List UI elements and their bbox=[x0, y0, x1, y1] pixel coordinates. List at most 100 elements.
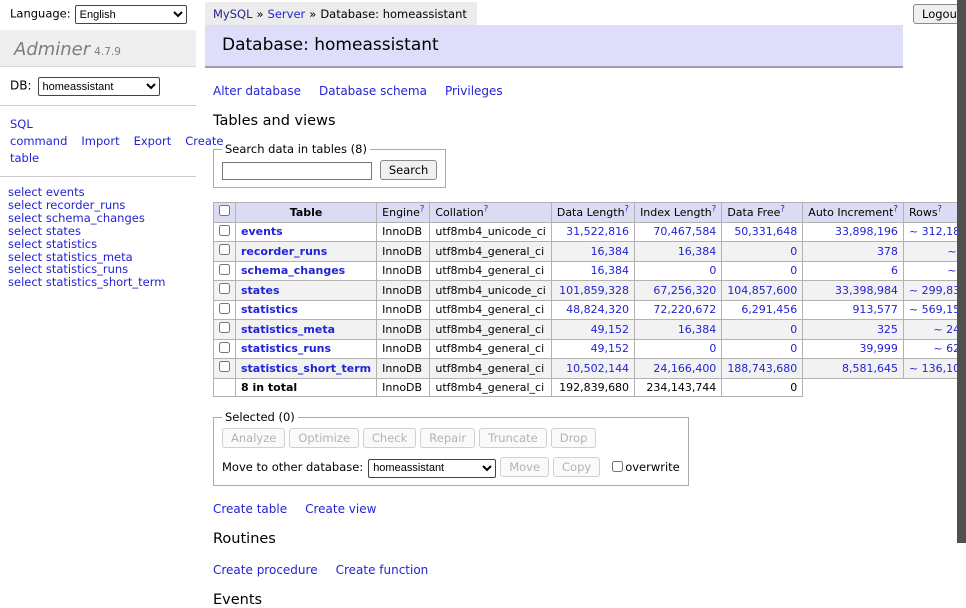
table-name-link[interactable]: statistics_short_term bbox=[241, 362, 371, 375]
sidebar-link-select-schema-changes[interactable]: select schema_changes bbox=[8, 212, 196, 225]
table-name-link[interactable]: statistics bbox=[241, 303, 298, 316]
table-name-link[interactable]: recorder_runs bbox=[241, 245, 327, 258]
create-link-create-view[interactable]: Create view bbox=[305, 502, 376, 516]
column-header-auto-increment: Auto Increment? bbox=[803, 203, 904, 223]
column-help-link[interactable]: ? bbox=[938, 204, 943, 214]
row-checkbox-cell bbox=[214, 242, 236, 262]
value-link[interactable]: 913,577 bbox=[852, 303, 898, 316]
truncate-button[interactable]: Truncate bbox=[479, 428, 547, 448]
sidebar-action-sql-command[interactable]: SQL command bbox=[10, 117, 67, 148]
sidebar-action-import[interactable]: Import bbox=[81, 134, 119, 148]
value-link[interactable]: 0 bbox=[790, 264, 797, 277]
table-name-link[interactable]: statistics_runs bbox=[241, 342, 331, 355]
value-link[interactable]: 67,256,320 bbox=[653, 284, 716, 297]
value-link[interactable]: 378 bbox=[877, 245, 898, 258]
value-link[interactable]: 33,898,196 bbox=[835, 225, 898, 238]
app-name: Adminer bbox=[14, 39, 90, 60]
value-link[interactable]: 0 bbox=[790, 323, 797, 336]
value-link[interactable]: 16,384 bbox=[591, 264, 630, 277]
row-checkbox[interactable] bbox=[219, 322, 230, 333]
create-link-create-table[interactable]: Create table bbox=[213, 502, 287, 516]
drop-button[interactable]: Drop bbox=[551, 428, 597, 448]
value-link[interactable]: 325 bbox=[877, 323, 898, 336]
db-link-database-schema[interactable]: Database schema bbox=[319, 84, 427, 98]
value-link[interactable]: 0 bbox=[709, 264, 716, 277]
value-link[interactable]: 0 bbox=[790, 245, 797, 258]
routine-link-create-function[interactable]: Create function bbox=[336, 563, 429, 577]
repair-button[interactable]: Repair bbox=[420, 428, 475, 448]
select-all-checkbox[interactable] bbox=[219, 205, 230, 216]
column-help-link[interactable]: ? bbox=[712, 204, 717, 214]
check-button[interactable]: Check bbox=[363, 428, 416, 448]
language-select[interactable]: English bbox=[75, 5, 187, 24]
row-checkbox[interactable] bbox=[219, 225, 230, 236]
value-link[interactable]: 49,152 bbox=[591, 342, 630, 355]
value-link[interactable]: 16,384 bbox=[678, 245, 717, 258]
db-link-alter-database[interactable]: Alter database bbox=[213, 84, 301, 98]
row-checkbox[interactable] bbox=[219, 244, 230, 255]
value-link[interactable]: 8,581,645 bbox=[842, 362, 898, 375]
page-title: Database: homeassistant bbox=[205, 25, 903, 68]
value-link[interactable]: 16,384 bbox=[591, 245, 630, 258]
row-checkbox[interactable] bbox=[219, 361, 230, 372]
table-name-link[interactable]: statistics_meta bbox=[241, 323, 335, 336]
move-db-select[interactable]: homeassistant bbox=[368, 459, 496, 478]
sidebar-link-select-statistics[interactable]: select statistics bbox=[8, 238, 196, 251]
sidebar-link-select-statistics-short-term[interactable]: select statistics_short_term bbox=[8, 276, 196, 289]
search-input[interactable] bbox=[222, 162, 372, 180]
value-link[interactable]: 49,152 bbox=[591, 323, 630, 336]
row-checkbox[interactable] bbox=[219, 283, 230, 294]
copy-button[interactable]: Copy bbox=[553, 457, 600, 477]
sidebar-action-export[interactable]: Export bbox=[134, 134, 172, 148]
row-checkbox[interactable] bbox=[219, 264, 230, 275]
value-link[interactable]: 6 bbox=[891, 264, 898, 277]
value-link[interactable]: 24,166,400 bbox=[653, 362, 716, 375]
value-link[interactable]: 50,331,648 bbox=[734, 225, 797, 238]
breadcrumb-link-server[interactable]: Server bbox=[268, 7, 306, 21]
table-name-link[interactable]: events bbox=[241, 225, 283, 238]
value-link[interactable]: 31,522,816 bbox=[566, 225, 629, 238]
value-link[interactable]: 70,467,584 bbox=[653, 225, 716, 238]
move-button[interactable]: Move bbox=[500, 457, 549, 477]
value-link[interactable]: 39,999 bbox=[859, 342, 898, 355]
column-help-link[interactable]: ? bbox=[420, 204, 425, 214]
value-link[interactable]: 188,743,680 bbox=[727, 362, 797, 375]
column-help-link[interactable]: ? bbox=[484, 204, 489, 214]
row-checkbox[interactable] bbox=[219, 303, 230, 314]
routine-link-create-procedure[interactable]: Create procedure bbox=[213, 563, 318, 577]
data-length-cell: 31,522,816 bbox=[551, 222, 634, 242]
collation-cell: utf8mb4_general_ci bbox=[430, 300, 551, 320]
scrollbar[interactable] bbox=[957, 0, 966, 543]
column-label: Collation bbox=[435, 206, 483, 219]
db-link-privileges[interactable]: Privileges bbox=[445, 84, 503, 98]
sidebar-link-select-states[interactable]: select states bbox=[8, 225, 196, 238]
index-length-cell: 16,384 bbox=[635, 242, 722, 262]
value-link[interactable]: 72,220,672 bbox=[653, 303, 716, 316]
value-link[interactable]: 16,384 bbox=[678, 323, 717, 336]
overwrite-checkbox[interactable] bbox=[612, 461, 623, 472]
value-link[interactable]: 101,859,328 bbox=[559, 284, 629, 297]
column-help-link[interactable]: ? bbox=[625, 204, 630, 214]
value-link[interactable]: 6,291,456 bbox=[741, 303, 797, 316]
sidebar-link-select-events[interactable]: select events bbox=[8, 186, 196, 199]
value-link[interactable]: 0 bbox=[790, 342, 797, 355]
table-name-link[interactable]: states bbox=[241, 284, 280, 297]
table-name-link[interactable]: schema_changes bbox=[241, 264, 345, 277]
value-link[interactable]: 48,824,320 bbox=[566, 303, 629, 316]
sidebar-link-select-recorder-runs[interactable]: select recorder_runs bbox=[8, 199, 196, 212]
breadcrumb-link-mysql[interactable]: MySQL bbox=[213, 7, 253, 21]
sidebar-table-links: select eventsselect recorder_runsselect … bbox=[0, 177, 196, 289]
column-help-link[interactable]: ? bbox=[780, 204, 785, 214]
analyze-button[interactable]: Analyze bbox=[222, 428, 285, 448]
table-row-statistics_short_term: statistics_short_termInnoDButf8mb4_gener… bbox=[214, 359, 966, 379]
search-button[interactable]: Search bbox=[380, 160, 438, 180]
value-link[interactable]: 33,398,984 bbox=[835, 284, 898, 297]
value-link[interactable]: 0 bbox=[709, 342, 716, 355]
value-link[interactable]: 10,502,144 bbox=[566, 362, 629, 375]
breadcrumb-separator: » bbox=[257, 7, 264, 21]
column-help-link[interactable]: ? bbox=[893, 204, 898, 214]
optimize-button[interactable]: Optimize bbox=[289, 428, 359, 448]
db-select[interactable]: homeassistant bbox=[38, 77, 160, 96]
value-link[interactable]: 104,857,600 bbox=[727, 284, 797, 297]
row-checkbox[interactable] bbox=[219, 342, 230, 353]
